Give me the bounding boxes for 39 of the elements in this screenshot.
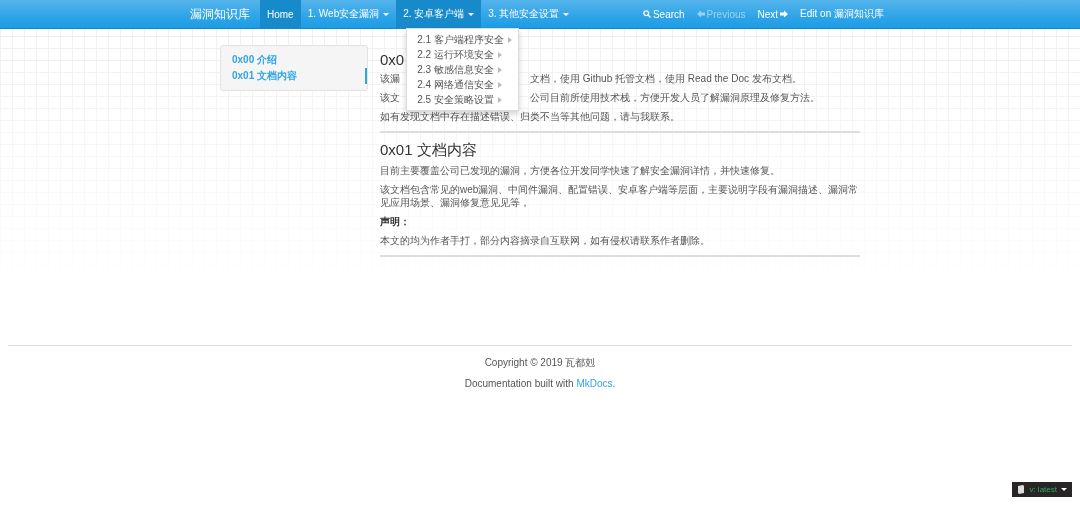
next-link[interactable]: Next bbox=[751, 0, 795, 28]
paragraph-text: 该文档包含常见的web漏洞、中间件漏洞、配置错误、安卓客户端等层面，主要说明字段有漏洞描述、漏洞常见应用场景、漏洞修复意见见等， bbox=[380, 183, 860, 209]
nav-tab[interactable]: Home bbox=[260, 0, 301, 28]
paragraph-text: 如有发现文档中存在描述错误、归类不当等其他问题，请与我联系。 bbox=[380, 110, 681, 123]
submenu-arrow-icon bbox=[497, 66, 502, 73]
paragraph-text: 公司目前所使用技术栈，方便开发人员了解漏洞原理及修复方法。 bbox=[530, 91, 820, 104]
paragraph-text: 文档，使用 Github 托管文档，使用 Read the Doc 发布文档。 bbox=[530, 72, 802, 85]
arrow-left-icon bbox=[696, 10, 705, 18]
submenu-arrow-icon bbox=[497, 96, 502, 103]
nav-tab[interactable]: 3. 其他安全设置 bbox=[481, 0, 577, 28]
menu-item[interactable]: 2.5 安全策略设置 bbox=[407, 92, 518, 107]
paragraph-text: 目前主要覆盖公司已发现的漏洞，方便各位开发同学快速了解安全漏洞详情，并快速修复。 bbox=[380, 164, 781, 177]
footer-text: Documentation built with MkDocs. bbox=[463, 378, 617, 389]
paragraph-text: 该漏 bbox=[380, 72, 400, 85]
copyright-text: Copyright © 2019 瓦都剋 bbox=[483, 356, 597, 370]
submenu-arrow-icon bbox=[507, 36, 512, 43]
site-title[interactable]: 漏洞知识库 bbox=[190, 0, 260, 28]
nav-tab[interactable]: 1. Web安全漏洞 bbox=[300, 0, 397, 28]
paragraph-text: 该文 bbox=[380, 91, 400, 104]
search-link[interactable]: Search bbox=[636, 0, 691, 28]
menu-item[interactable]: 2.1 客户端程序安全 bbox=[407, 32, 518, 47]
mkdocs-link[interactable]: MkDocs bbox=[576, 378, 613, 389]
section-heading: 0x01 文档内容 bbox=[380, 141, 477, 160]
section-heading: 0x0 bbox=[380, 51, 405, 68]
edit-link[interactable]: Edit on 漏洞知识库 bbox=[794, 0, 890, 28]
menu-item[interactable]: 2.2 运行环境安全 bbox=[407, 47, 518, 62]
menu-item[interactable]: 2.3 敏感信息安全 bbox=[407, 62, 518, 77]
menu-item[interactable]: 2.4 网络通信安全 bbox=[407, 77, 518, 92]
sidebar-link[interactable]: 0x00 介绍 bbox=[221, 52, 367, 68]
nav-tab[interactable]: 2. 安卓客户端 bbox=[396, 0, 482, 28]
arrow-right-icon bbox=[780, 10, 789, 18]
submenu-arrow-icon bbox=[497, 51, 502, 58]
version-badge[interactable]: v: latest bbox=[1012, 482, 1072, 497]
search-icon bbox=[642, 10, 651, 18]
submenu-arrow-icon bbox=[497, 81, 502, 88]
sidebar-link[interactable]: 0x01 文档内容 bbox=[221, 68, 367, 84]
paragraph-text: 本文的均为作者手打，部分内容摘录自互联网，如有侵权请联系作者删除。 bbox=[380, 234, 711, 247]
label-text: 声明： bbox=[380, 215, 411, 228]
book-icon bbox=[1017, 485, 1026, 494]
